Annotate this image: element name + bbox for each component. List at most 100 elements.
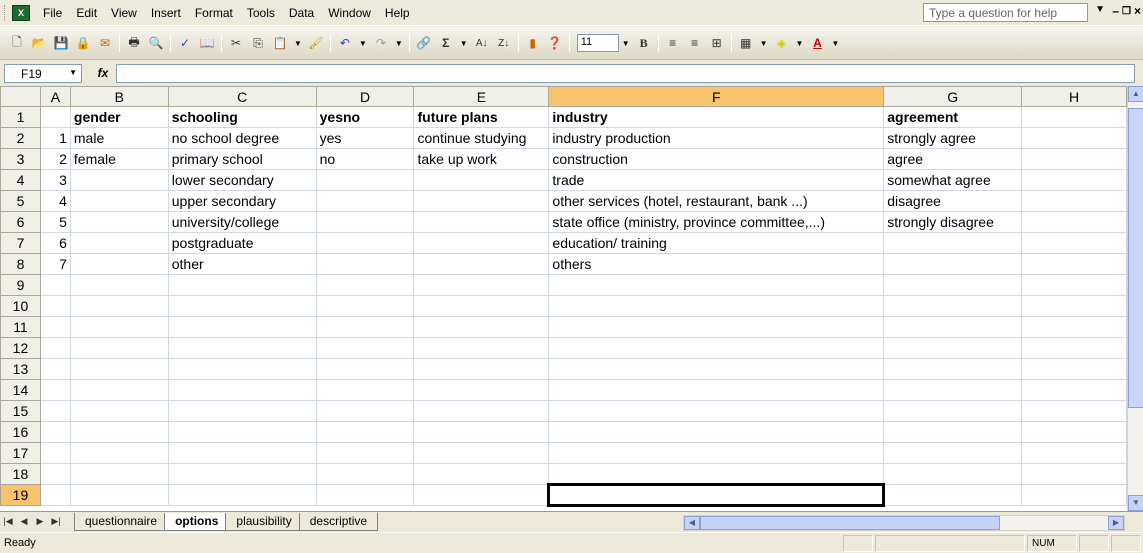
cell-b17[interactable] [69,442,169,464]
cell-e12[interactable] [413,337,550,359]
prev-sheet-icon[interactable]: ◀ [16,516,32,527]
cell-f5[interactable]: other services (hotel, restaurant, bank … [548,190,885,212]
cell-a11[interactable] [39,316,71,338]
cell-g11[interactable] [883,316,1023,338]
paste-dropdown-icon[interactable]: ▼ [294,39,302,48]
cell-c6[interactable]: university/college [167,211,317,233]
cell-h4[interactable] [1021,169,1127,191]
cell-b7[interactable] [69,232,169,254]
cell-d19[interactable] [315,484,415,506]
cell-b1[interactable]: gender [69,106,169,128]
cell-b13[interactable] [69,358,169,380]
cell-a6[interactable]: 5 [39,211,71,233]
font-size-select[interactable]: 11 [576,34,619,52]
undo-icon[interactable]: ↶ [336,34,354,52]
cell-h6[interactable] [1021,211,1127,233]
cell-b3[interactable]: female [69,148,169,170]
cell-d17[interactable] [315,442,415,464]
borders-dropdown-icon[interactable]: ▼ [760,39,768,48]
cell-c5[interactable]: upper secondary [167,190,317,212]
cell-h15[interactable] [1021,400,1127,422]
cell-h11[interactable] [1021,316,1127,338]
menu-help[interactable]: Help [378,0,417,26]
cell-a5[interactable]: 4 [39,190,71,212]
cell-d6[interactable] [315,211,415,233]
cell-f16[interactable] [548,421,885,443]
sheet-tab-questionnaire[interactable]: questionnaire [74,512,169,531]
cell-h5[interactable] [1021,190,1127,212]
cell-e15[interactable] [413,400,550,422]
open-icon[interactable]: 📂 [30,34,48,52]
cell-c18[interactable] [167,463,317,485]
cell-a2[interactable]: 1 [39,127,71,149]
cell-c4[interactable]: lower secondary [167,169,317,191]
cell-e9[interactable] [413,274,550,296]
copy-icon[interactable]: ⎘ [249,34,267,52]
cell-b16[interactable] [69,421,169,443]
menu-edit[interactable]: Edit [69,0,104,26]
cell-h3[interactable] [1021,148,1127,170]
cell-e17[interactable] [413,442,550,464]
help-search-input[interactable]: Type a question for help [923,3,1088,22]
scroll-down-icon[interactable]: ▼ [1128,495,1143,511]
undo-dropdown-icon[interactable]: ▼ [359,39,367,48]
row-header[interactable]: 3 [0,148,41,170]
cell-b19[interactable] [69,484,169,506]
cell-e10[interactable] [413,295,550,317]
cell-e4[interactable] [413,169,550,191]
cell-e7[interactable] [413,232,550,254]
column-header-a[interactable]: A [39,86,71,107]
row-header[interactable]: 14 [0,379,41,401]
column-header-d[interactable]: D [315,86,415,107]
excel-app-icon[interactable]: X [12,4,30,21]
cell-d13[interactable] [315,358,415,380]
menu-data[interactable]: Data [282,0,321,26]
cell-f6[interactable]: state office (ministry, province committ… [548,211,885,233]
first-sheet-icon[interactable]: |◀ [0,516,16,527]
cell-b4[interactable] [69,169,169,191]
cell-a10[interactable] [39,295,71,317]
cell-a19[interactable] [39,484,71,506]
cell-d8[interactable] [315,253,415,275]
cell-f19[interactable] [547,483,886,507]
row-header[interactable]: 8 [0,253,41,275]
cell-e14[interactable] [413,379,550,401]
close-icon[interactable]: × [1134,4,1141,18]
next-sheet-icon[interactable]: ▶ [32,516,48,527]
cell-d3[interactable]: no [315,148,415,170]
cell-g14[interactable] [883,379,1023,401]
cell-h1[interactable] [1021,106,1127,128]
fx-icon[interactable]: fx [90,66,116,80]
cell-h9[interactable] [1021,274,1127,296]
cell-d4[interactable] [315,169,415,191]
cell-c2[interactable]: no school degree [167,127,317,149]
menu-format[interactable]: Format [188,0,240,26]
cell-f17[interactable] [548,442,885,464]
cell-a7[interactable]: 6 [39,232,71,254]
cell-d14[interactable] [315,379,415,401]
borders-icon[interactable]: ▦ [737,34,755,52]
column-header-g[interactable]: G [883,86,1023,107]
cell-c14[interactable] [167,379,317,401]
cell-g15[interactable] [883,400,1023,422]
column-header-e[interactable]: E [413,86,550,107]
sheet-tab-plausibility[interactable]: plausibility [225,512,303,531]
cell-b6[interactable] [69,211,169,233]
cell-e1[interactable]: future plans [413,106,550,128]
cell-h19[interactable] [1021,484,1127,506]
column-header-f[interactable]: F [548,86,885,107]
row-header[interactable]: 17 [0,442,41,464]
row-header[interactable]: 7 [0,232,41,254]
autosum-dropdown-icon[interactable]: ▼ [460,39,468,48]
cell-f14[interactable] [548,379,885,401]
cell-b15[interactable] [69,400,169,422]
redo-icon[interactable]: ↷ [372,34,390,52]
cell-a9[interactable] [39,274,71,296]
vertical-scrollbar[interactable]: ▲ ▼ [1127,86,1143,511]
column-header-c[interactable]: C [167,86,317,107]
row-header[interactable]: 4 [0,169,41,191]
cell-a18[interactable] [39,463,71,485]
row-header[interactable]: 12 [0,337,41,359]
print-icon[interactable]: 🖶 [125,34,143,52]
cell-d10[interactable] [315,295,415,317]
